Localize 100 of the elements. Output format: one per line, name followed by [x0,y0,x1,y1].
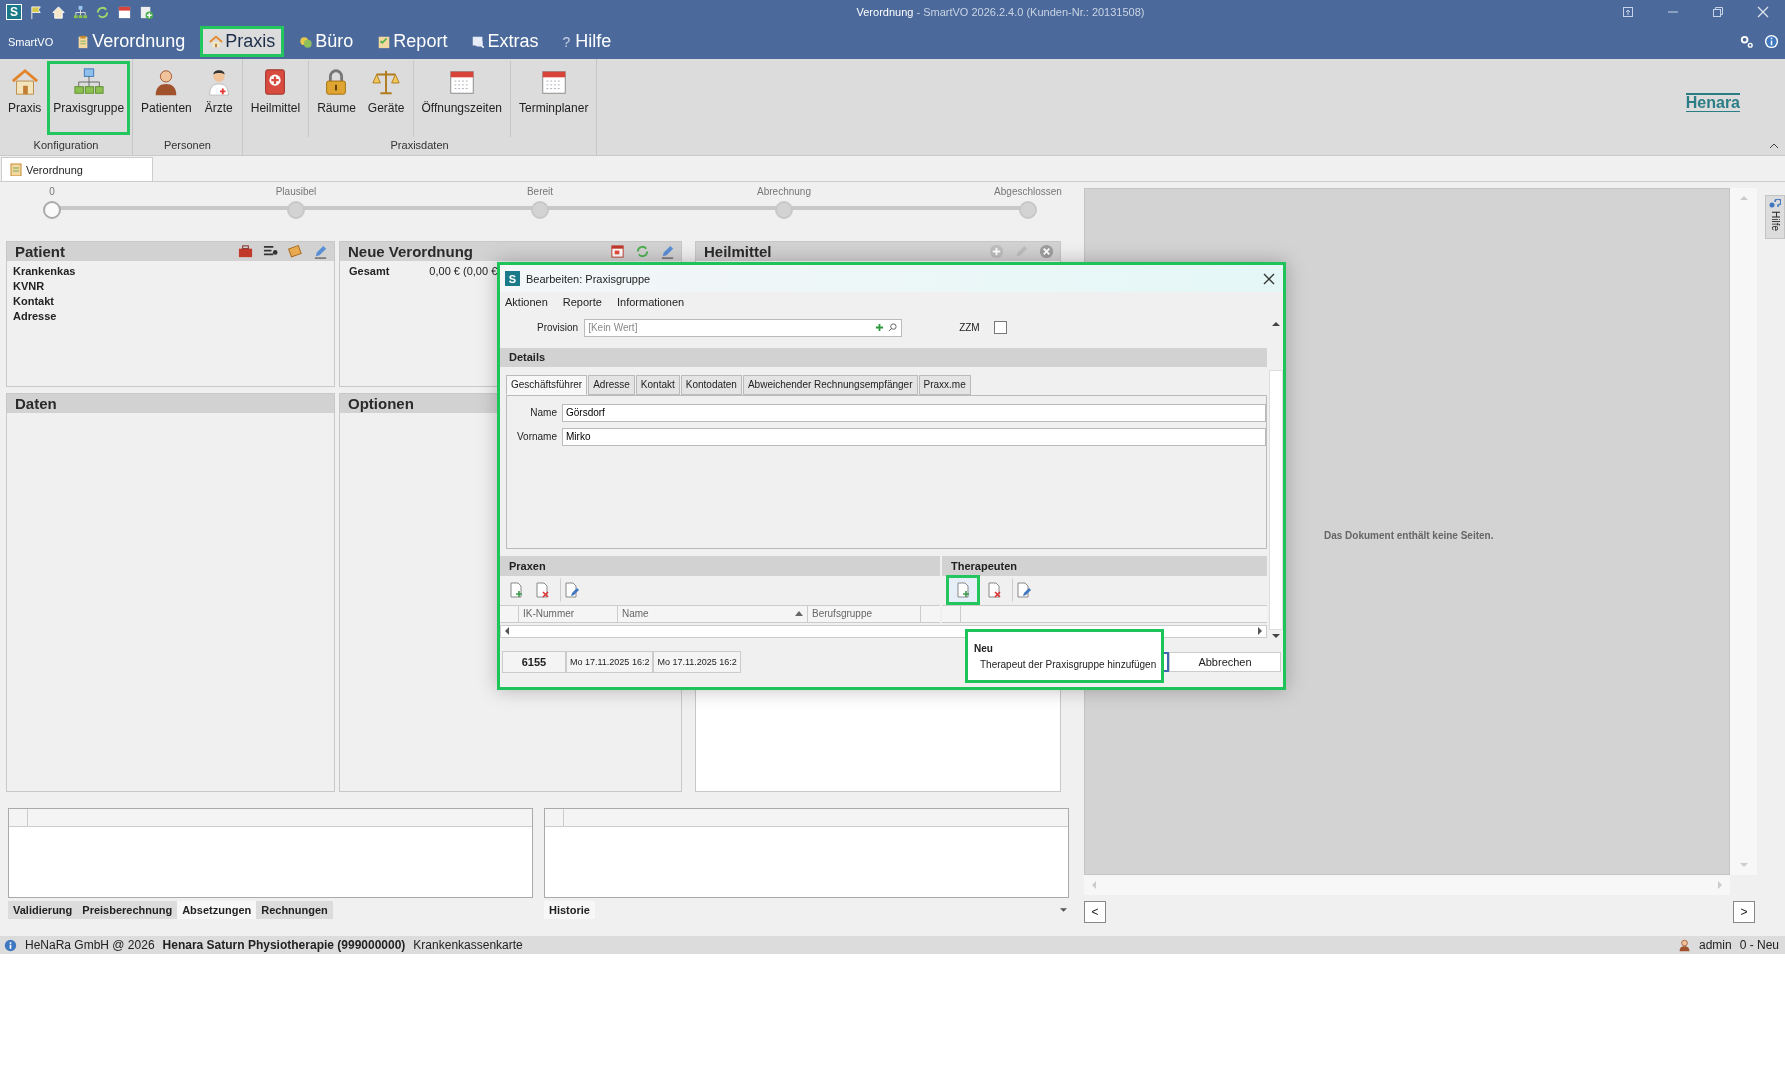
dropdown-icon[interactable] [1060,908,1067,912]
tooltip-text: Therapeut der Praxisgruppe hinzufügen [979,658,1158,670]
step-label: Abrechnung [757,186,811,197]
footer-cell: Mo 17.11.2025 16:2 [566,650,654,673]
flag-icon[interactable] [29,4,44,20]
menu-item[interactable]: Aktionen [505,296,548,308]
menu-tab[interactable]: Extras [462,26,548,57]
network-icon[interactable] [73,4,88,20]
field-label: Krankenkas [13,264,77,279]
step-label: Plausibel [275,186,317,197]
ribbon-button[interactable]: Terminplaner [513,61,595,135]
settings-icon[interactable] [1739,34,1754,49]
field-label: Adresse [13,309,58,324]
ribbon-button[interactable]: Ärzte [197,61,240,135]
add-icon[interactable] [875,322,885,332]
menu-item[interactable]: Informationen [616,296,685,308]
tooltip-title: Neu [974,642,994,654]
refresh-icon[interactable] [95,4,110,20]
scroll-right-icon[interactable] [1258,627,1262,636]
field-label: Provision [537,322,579,334]
text-field[interactable]: Görsdorf [562,403,1266,422]
pencil-icon[interactable] [313,244,328,259]
ribbon-button[interactable]: Räume [311,61,362,135]
scroll-thumb[interactable] [1269,370,1283,630]
tab[interactable]: Praxx.me [918,374,971,395]
calendar-icon[interactable] [117,4,132,20]
ribbon-button[interactable]: Heilmittel [244,61,307,135]
window-title: Verordnung [856,6,914,18]
next-page-button[interactable]: > [1733,901,1755,923]
refresh-icon[interactable] [635,244,650,259]
field-label: Kontakt [13,294,55,309]
checkbox[interactable] [993,321,1007,335]
panel-title: Daten [15,395,57,412]
ribbon-button[interactable]: Öffnungszeiten [415,61,508,135]
scroll-down-icon[interactable] [1272,634,1280,638]
document-tab[interactable]: Verordnung [1,157,153,181]
column-header[interactable]: Berufsgruppe [808,605,921,622]
delete-document-icon [534,582,550,599]
toolbar-button[interactable] [946,575,980,606]
house-icon [9,67,40,97]
column-header[interactable]: Name [618,605,808,622]
panel-title: Optionen [348,395,414,412]
ribbon-button[interactable]: Praxisgruppe [47,61,131,135]
network-icon [73,67,104,97]
delete-document-icon [986,582,1002,599]
menu-item[interactable]: Reporte [562,296,602,308]
lookup-field[interactable]: [Kein Wert] [584,318,903,337]
search-icon[interactable] [888,322,898,332]
scrollbar[interactable] [1269,312,1283,638]
menu-tab[interactable]: Praxis [200,26,285,57]
collapse-icon[interactable] [1769,143,1779,149]
group-label: Personen [162,138,212,153]
scroll-up-icon[interactable] [1272,322,1280,326]
field-label: Gesamt [349,264,390,279]
briefcase-icon[interactable] [238,244,253,259]
ribbon-button[interactable]: Patienten [135,61,198,135]
tab[interactable]: Validierung [8,901,78,919]
tab[interactable]: Absetzungen [177,901,257,919]
calendar-icon[interactable] [610,244,625,259]
column-header[interactable]: IK-Nummer [519,605,618,622]
tab[interactable]: Preisberechnung [77,901,178,919]
tab[interactable]: Historie [544,901,595,919]
cancel-button[interactable]: Abbrechen [1169,651,1281,672]
edit-document-icon [1015,582,1031,599]
tab[interactable]: Kontakt [635,374,680,395]
menu-tab[interactable]: Büro [290,26,363,57]
pencil-icon[interactable] [660,244,675,259]
field-label: ZZM [959,322,980,334]
menu-tab[interactable]: Report [368,26,457,57]
previous-page-button[interactable]: < [1084,901,1106,923]
close-icon [1756,6,1769,18]
ribbon-button[interactable]: Geräte [361,61,411,135]
panel-title: Neue Verordnung [348,243,474,260]
ribbon-button[interactable]: Praxis [2,61,48,135]
user-icon [1677,938,1691,952]
house-icon[interactable] [51,4,66,20]
tab[interactable]: Kontodaten [680,374,742,395]
pin-icon [1621,6,1634,18]
card-icon[interactable] [288,244,303,259]
henara-logo: Henara [1685,93,1740,112]
menu-tab[interactable]: Verordnung [67,26,195,57]
add-icon[interactable] [139,4,154,20]
checklist-icon [377,34,392,49]
tab[interactable]: Rechnungen [256,901,333,919]
remove-icon[interactable] [1039,244,1054,259]
field-label: KVNR [13,279,46,294]
tab[interactable]: Abweichender Rechnungsempfänger [742,374,918,395]
scroll-left-icon[interactable] [505,627,509,636]
help-tab[interactable]: Hilfe [1765,195,1785,239]
tab[interactable]: Geschäftsführer [506,374,588,395]
add-document-icon [508,582,524,599]
menu-tab[interactable]: ? Hilfe [553,26,621,57]
text-field[interactable]: Mirko [562,427,1266,446]
tab[interactable]: Adresse [588,374,635,395]
info-icon[interactable] [1764,34,1779,49]
edit-document-icon [563,582,579,599]
restore-icon [1711,6,1724,18]
help-icon [1769,199,1781,209]
app-name: SmartVO [7,35,55,48]
empty-message: Das Dokument enthält keine Seiten. [1324,530,1494,541]
